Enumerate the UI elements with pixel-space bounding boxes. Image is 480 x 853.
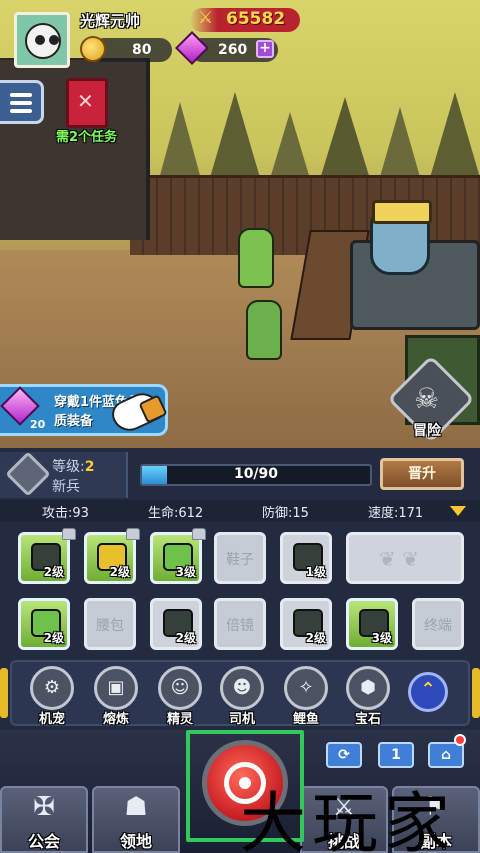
outfit-badge-icon xyxy=(192,528,206,540)
expand-skills-button[interactable]: ⌃ xyxy=(408,672,448,712)
equip-slot-canister[interactable]: 2级 xyxy=(280,598,332,650)
stat-defense: 防御:15 xyxy=(262,506,309,521)
combat-power: 65582 xyxy=(226,9,286,29)
stat-attack: 攻击:93 xyxy=(42,506,89,521)
equip-slot-wings[interactable]: ❦ ❦ xyxy=(346,532,464,584)
adventure-label: 冒险 xyxy=(413,423,441,439)
rank-level: 等级:2 xyxy=(52,459,95,475)
skill-pet-icon[interactable]: ⚙ xyxy=(30,666,74,710)
watermark: 大玩家 xyxy=(240,785,456,853)
crossed-swords-icon: ⚔ xyxy=(198,8,214,28)
skill-gem-icon[interactable]: ⬢ xyxy=(346,666,390,710)
equip-slot-backpack[interactable]: 2级 xyxy=(150,598,202,650)
nav-territory-label: 领地 xyxy=(119,832,152,851)
guild-icon: ✠ xyxy=(33,792,55,822)
equip-slot-accessory[interactable]: 2级 xyxy=(18,598,70,650)
skill-spirit-icon[interactable]: ☺ xyxy=(158,666,202,710)
wings-icon: ❦ ❦ xyxy=(379,547,419,571)
player-avatar[interactable] xyxy=(14,12,70,68)
skill-pet-label: 机宠 xyxy=(38,712,65,727)
skill-carp-icon[interactable]: ✧ xyxy=(284,666,328,710)
gem-count: 260 xyxy=(218,42,248,58)
notification-dot xyxy=(454,734,466,746)
coin-count: 80 xyxy=(132,42,152,58)
equip-slot-belt[interactable]: 腰包 xyxy=(84,598,136,650)
rank-title: 新兵 xyxy=(52,479,80,495)
equip-slot-device[interactable]: 3级 xyxy=(346,598,398,650)
equip-slot-shoes[interactable]: 鞋子 xyxy=(214,532,266,584)
equip-slot-gloves[interactable]: 1级 xyxy=(280,532,332,584)
skill-driver-icon[interactable]: ☻ xyxy=(220,666,264,710)
skill-carp-label: 鲤鱼 xyxy=(292,712,319,727)
right-edge-tab[interactable] xyxy=(472,668,480,718)
left-edge-tab[interactable] xyxy=(0,668,8,718)
promote-button[interactable]: 晋升 xyxy=(380,458,464,490)
equip-slot-terminal[interactable]: 终端 xyxy=(412,598,464,650)
quest-reward-count: 20 xyxy=(30,418,46,431)
skill-driver-label: 司机 xyxy=(228,712,255,727)
skill-gem-label: 宝石 xyxy=(354,712,381,727)
equip-slot-scope[interactable]: 倍镜 xyxy=(214,598,266,650)
enemy-hat xyxy=(372,200,432,224)
refresh-button[interactable]: ⟳ xyxy=(326,742,362,768)
task-book-icon[interactable]: ✕ xyxy=(66,78,108,128)
stat-speed: 速度:171 xyxy=(368,506,424,521)
count-button[interactable]: 1 xyxy=(378,742,414,768)
nav-guild-label: 公会 xyxy=(27,832,60,851)
skill-smelt-label: 熔炼 xyxy=(102,712,129,727)
skull-icon: ☠ xyxy=(414,382,440,415)
soldier-unit xyxy=(246,300,282,360)
coin-icon xyxy=(80,36,106,62)
menu-button[interactable] xyxy=(0,80,44,124)
add-gems-button[interactable]: + xyxy=(256,40,274,58)
soldier-unit xyxy=(238,228,274,288)
skill-smelt-icon[interactable]: ▣ xyxy=(94,666,138,710)
outfit-badge-icon xyxy=(126,528,140,540)
xp-text: 10/90 xyxy=(233,466,279,482)
outfit-badge-icon xyxy=(62,528,76,540)
player-name: 光辉元帅 xyxy=(80,12,141,30)
collapse-stats-icon[interactable] xyxy=(450,506,466,516)
task-requirement: 需2个任务 xyxy=(56,130,118,145)
territory-icon: ☗ xyxy=(124,792,148,822)
stat-hp: 生命:612 xyxy=(148,506,204,521)
skill-spirit-label: 精灵 xyxy=(166,712,193,727)
